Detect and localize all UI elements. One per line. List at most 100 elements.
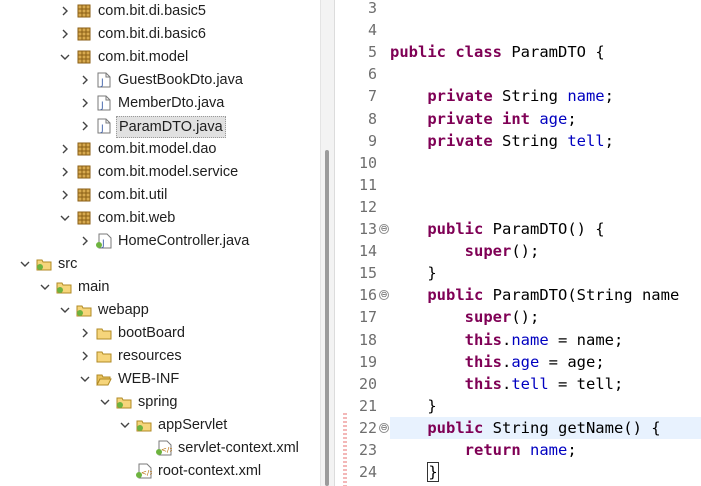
tree-item[interactable]: spring	[0, 391, 320, 414]
chevron-right-icon[interactable]	[58, 4, 72, 18]
tree-item[interactable]: com.bit.model.dao	[0, 138, 320, 161]
chevron-right-icon[interactable]	[78, 234, 92, 248]
chevron-down-icon[interactable]	[118, 418, 132, 432]
chevron-right-icon[interactable]	[58, 142, 72, 156]
code-line[interactable]: return name;	[390, 439, 577, 461]
tree-item[interactable]: WEB-INF	[0, 368, 320, 391]
code-line[interactable]: private String tell;	[390, 130, 614, 152]
chevron-down-icon[interactable]	[18, 257, 32, 271]
tree-item[interactable]: com.bit.di.basic6	[0, 23, 320, 46]
code-line[interactable]: this.name = name;	[390, 329, 624, 351]
code-token: this	[464, 374, 502, 393]
code-token: .	[501, 352, 512, 371]
code-line[interactable]: super();	[390, 306, 540, 328]
svg-text:J: J	[100, 124, 104, 134]
code-token: ParamDTO() {	[483, 220, 605, 238]
chevron-down-icon[interactable]	[38, 280, 52, 294]
line-number: 13	[358, 220, 377, 238]
tree-item[interactable]: webapp	[0, 299, 320, 322]
code-token: class	[455, 43, 503, 62]
code-line[interactable]: public ParamDTO() {	[390, 218, 605, 240]
chevron-right-icon[interactable]	[78, 119, 92, 133]
tree-item[interactable]: com.bit.model.service	[0, 161, 320, 184]
tree-item[interactable]: appServlet	[0, 414, 320, 437]
chevron-right-icon[interactable]	[58, 165, 72, 179]
code-token: super	[464, 308, 512, 327]
tree-item-label: com.bit.di.basic6	[98, 26, 206, 42]
chevron-right-icon[interactable]	[78, 96, 92, 110]
code-token: = name;	[548, 330, 624, 349]
line-number: 24	[358, 463, 377, 482]
tree-item[interactable]: </> servlet-context.xml	[0, 437, 320, 460]
tree-item[interactable]: main	[0, 276, 320, 299]
chevron-down-icon[interactable]	[98, 395, 112, 409]
line-number: 15	[358, 264, 377, 283]
tree-item[interactable]: com.bit.util	[0, 184, 320, 207]
tree-item[interactable]: resources	[0, 345, 320, 368]
fold-toggle-icon[interactable]: ⊖	[379, 290, 389, 301]
code-line[interactable]: this.tell = tell;	[390, 373, 624, 395]
svg-text:J: J	[100, 78, 104, 88]
package-icon	[76, 187, 92, 203]
code-line[interactable]: }	[390, 461, 439, 483]
code-line[interactable]: public class ParamDTO {	[390, 41, 605, 63]
java-code-editor[interactable]: 3 4 5 6 7 8 9 10 11 12 13 ⊖ 14 15 16 ⊖ 17 18 19 20 21 22 ⊖ 23 24…	[334, 0, 701, 486]
tree-scrollbar-thumb[interactable]	[325, 150, 329, 486]
tree-item-label: MemberDto.java	[118, 95, 225, 111]
chevron-down-icon[interactable]	[58, 50, 72, 64]
code-token: String	[492, 131, 568, 150]
chevron-down-icon[interactable]	[58, 211, 72, 225]
chevron-right-icon[interactable]	[78, 326, 92, 340]
chevron-right-icon[interactable]	[78, 73, 92, 87]
tree-item[interactable]: </> root-context.xml	[0, 460, 320, 483]
chevron-down-icon[interactable]	[78, 372, 92, 386]
code-line[interactable]: public ParamDTO(String name	[390, 284, 679, 306]
code-line[interactable]: private String name;	[390, 85, 614, 107]
chevron-right-icon[interactable]	[58, 188, 72, 202]
code-token: String	[492, 87, 568, 106]
line-number: 3	[367, 0, 377, 17]
tree-item[interactable]: J GuestBookDto.java	[0, 69, 320, 92]
chevron-down-icon[interactable]	[58, 303, 72, 317]
code-line[interactable]: this.age = age;	[390, 351, 605, 373]
line-number: 20	[358, 374, 377, 393]
tree-item[interactable]: src	[0, 253, 320, 276]
code-line[interactable]: public String getName() {	[390, 417, 661, 439]
code-token: this	[464, 330, 502, 349]
tree-item[interactable]: J MemberDto.java	[0, 92, 320, 115]
line-number: 4	[367, 21, 377, 40]
tree-item-label: WEB-INF	[118, 371, 180, 387]
tree-item[interactable]: J HomeController.java	[0, 230, 320, 253]
tree-item[interactable]: com.bit.model	[0, 46, 320, 69]
chevron-right-icon[interactable]	[58, 27, 72, 41]
spring-xml-file-icon: </>	[136, 463, 152, 479]
tree-item[interactable]: com.bit.di.basic5	[0, 0, 320, 23]
code-line[interactable]: }	[390, 262, 436, 284]
line-number: 5	[367, 43, 377, 62]
tree-item[interactable]: J ParamDTO.java	[0, 115, 320, 138]
code-line[interactable]: private int age;	[390, 108, 576, 130]
code-line[interactable]: }	[390, 395, 436, 417]
spring-folder-icon	[36, 256, 52, 272]
chevron-right-icon[interactable]	[78, 349, 92, 363]
tree-vertical-scrollbar[interactable]	[320, 0, 334, 486]
fold-toggle-icon[interactable]: ⊖	[379, 224, 389, 234]
code-token: String getName() {	[483, 418, 661, 437]
fold-toggle-icon[interactable]: ⊖	[379, 422, 389, 433]
spring-folder-icon	[76, 302, 92, 318]
tree-item[interactable]: bootBoard	[0, 322, 320, 345]
code-token: }	[427, 462, 439, 483]
code-line[interactable]: super();	[390, 240, 540, 262]
code-token: age	[511, 352, 540, 371]
tree-item-label: servlet-context.xml	[178, 440, 299, 456]
spring-java-file-icon: J	[96, 233, 112, 249]
tree-item[interactable]: com.bit.web	[0, 207, 320, 230]
tree-item-label: src	[58, 256, 78, 272]
